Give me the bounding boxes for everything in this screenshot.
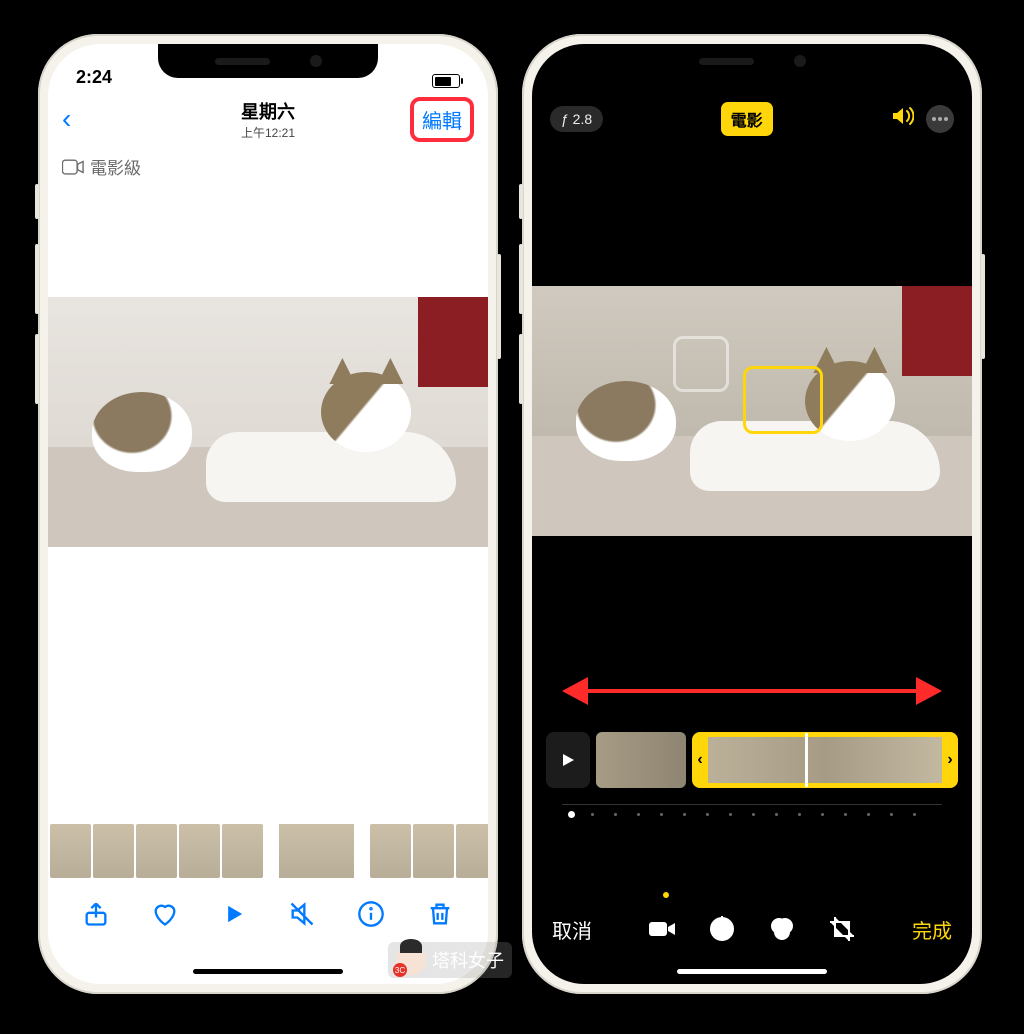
watermark-text: 塔科女子 bbox=[432, 947, 504, 973]
nav-subtitle: 上午12:21 bbox=[241, 124, 295, 141]
back-button[interactable]: ‹ bbox=[62, 103, 71, 135]
keyframe-track[interactable] bbox=[562, 804, 942, 824]
notch bbox=[642, 44, 862, 78]
video-scrubber[interactable]: ‹ › bbox=[546, 732, 958, 788]
selected-tool-indicator bbox=[663, 892, 669, 898]
edit-preview[interactable] bbox=[532, 286, 972, 536]
thumbnail-strip[interactable] bbox=[48, 824, 488, 878]
phone-vol-up bbox=[35, 244, 39, 314]
info-button[interactable] bbox=[357, 900, 385, 933]
phone-left: 2:24 ‹ 星期六 上午12:21 編輯 電影級 bbox=[38, 34, 498, 994]
mute-button[interactable] bbox=[288, 900, 316, 933]
cinematic-badge: 電影級 bbox=[48, 146, 488, 187]
tool-filters[interactable] bbox=[767, 914, 797, 944]
tool-adjust[interactable] bbox=[707, 914, 737, 944]
bottom-toolbar bbox=[48, 886, 488, 946]
sound-button[interactable] bbox=[890, 105, 914, 133]
phone-vol-down bbox=[519, 334, 523, 404]
edit-bottom-bar: 取消 完成 bbox=[532, 914, 972, 944]
home-indicator[interactable] bbox=[193, 969, 343, 974]
playhead[interactable] bbox=[805, 733, 808, 787]
home-indicator[interactable] bbox=[677, 969, 827, 974]
phone-mute-switch bbox=[519, 184, 523, 219]
secondary-focus-box[interactable] bbox=[673, 336, 729, 392]
focus-box[interactable] bbox=[743, 366, 823, 434]
thumbnail-selected[interactable] bbox=[279, 824, 354, 878]
phone-power bbox=[981, 254, 985, 359]
tool-crop[interactable] bbox=[827, 914, 857, 944]
arrow-left-icon bbox=[562, 677, 588, 705]
watermark-avatar: 3C bbox=[396, 945, 426, 975]
cinematic-label: 電影級 bbox=[90, 154, 141, 179]
scrubber-play-button[interactable] bbox=[546, 732, 590, 788]
tool-video[interactable] bbox=[647, 914, 677, 944]
phone-vol-up bbox=[519, 244, 523, 314]
nav-bar: ‹ 星期六 上午12:21 編輯 bbox=[48, 92, 488, 146]
play-button[interactable] bbox=[220, 900, 248, 933]
cinematic-mode-button[interactable]: 電影 bbox=[721, 102, 773, 136]
watermark-badge: 3C bbox=[393, 963, 407, 977]
notch bbox=[158, 44, 378, 78]
done-button[interactable]: 完成 bbox=[912, 915, 952, 944]
trim-region[interactable]: ‹ › bbox=[692, 732, 958, 788]
scrubber-pre-segment[interactable] bbox=[596, 732, 686, 788]
edit-button[interactable]: 編輯 bbox=[410, 97, 474, 142]
battery-icon bbox=[432, 74, 460, 88]
trash-button[interactable] bbox=[426, 900, 454, 933]
trim-hint-arrow bbox=[562, 676, 942, 706]
watermark: 3C 塔科女子 bbox=[388, 942, 512, 978]
phone-vol-down bbox=[35, 334, 39, 404]
nav-title: 星期六 bbox=[241, 98, 295, 124]
trim-handle-right[interactable]: › bbox=[942, 737, 958, 783]
video-preview[interactable] bbox=[48, 297, 488, 547]
trim-handle-left[interactable]: ‹ bbox=[692, 737, 708, 783]
share-button[interactable] bbox=[82, 900, 110, 933]
arrow-right-icon bbox=[916, 677, 942, 705]
more-button[interactable] bbox=[926, 105, 954, 133]
phone-right: ƒ 2.8 電影 bbox=[522, 34, 982, 994]
phone-power bbox=[497, 254, 501, 359]
video-camera-icon bbox=[62, 159, 84, 175]
status-time: 2:24 bbox=[76, 67, 112, 88]
favorite-button[interactable] bbox=[151, 900, 179, 933]
phone-mute-switch bbox=[35, 184, 39, 219]
aperture-button[interactable]: ƒ 2.8 bbox=[550, 106, 603, 132]
cancel-button[interactable]: 取消 bbox=[552, 915, 592, 944]
